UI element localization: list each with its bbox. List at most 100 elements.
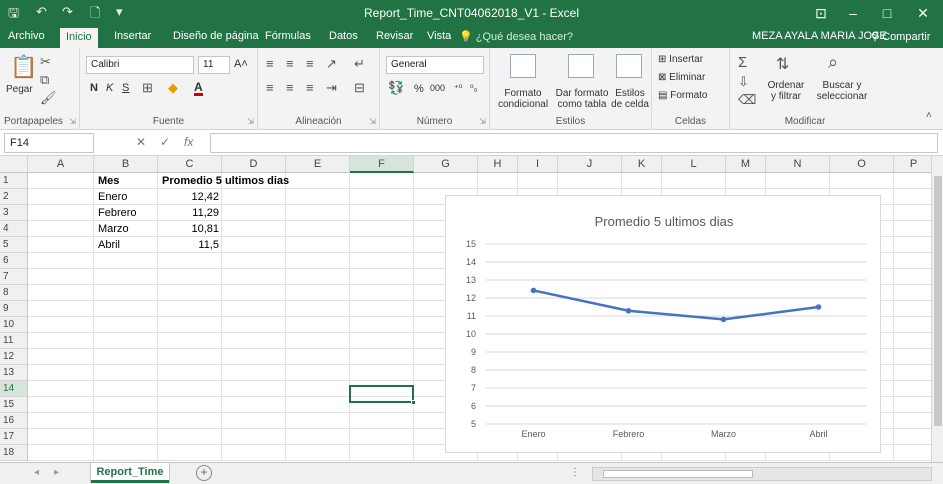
line-chart[interactable]: Promedio 5 ultimos dias 5 6 7 8 9 10 11 12 13 14 1…: [445, 195, 881, 453]
conditional-format-icon[interactable]: [510, 54, 536, 78]
close-button[interactable]: ✕: [908, 3, 938, 23]
row-header-7[interactable]: 7: [0, 269, 28, 285]
cell-b4[interactable]: Marzo: [95, 221, 132, 237]
align-center-icon[interactable]: ≡: [286, 80, 294, 95]
fill-color-icon[interactable]: ◆: [168, 80, 178, 96]
format-painter-icon[interactable]: 🖌: [40, 90, 57, 106]
row-header-2[interactable]: 2: [0, 189, 28, 205]
insert-cells-button[interactable]: ⊞ Insertar: [658, 54, 703, 65]
column-header-p[interactable]: P: [894, 156, 934, 173]
cell-b5[interactable]: Abril: [95, 237, 123, 253]
row-header-8[interactable]: 8: [0, 285, 28, 301]
formula-input[interactable]: [210, 133, 938, 153]
wrap-text-icon[interactable]: ↵: [354, 56, 365, 72]
align-left-icon[interactable]: ≡: [266, 80, 274, 95]
column-header-f[interactable]: F: [350, 156, 414, 173]
borders-icon[interactable]: ⊞: [142, 80, 153, 96]
conditional-format-button[interactable]: Formato condicional: [498, 88, 548, 110]
find-select-icon[interactable]: ⌕: [828, 52, 838, 73]
column-header-b[interactable]: B: [94, 156, 158, 173]
tab-diseno-de-pagina[interactable]: Diseño de página: [173, 30, 259, 42]
cell-c1[interactable]: Promedio 5 ultimos dias: [159, 173, 292, 189]
select-all-corner[interactable]: [0, 156, 28, 173]
orientation-icon[interactable]: ↗: [326, 56, 337, 72]
row-header-13[interactable]: 13: [0, 365, 28, 381]
cell-c5[interactable]: 11,5: [159, 237, 222, 253]
tab-insertar[interactable]: Insertar: [114, 30, 151, 42]
autosum-icon[interactable]: Σ: [738, 54, 747, 71]
column-header-g[interactable]: G: [414, 156, 478, 173]
underline-button[interactable]: S: [122, 82, 129, 94]
add-sheet-button[interactable]: +: [196, 465, 212, 481]
number-format-select[interactable]: General: [386, 56, 484, 74]
cell-b3[interactable]: Febrero: [95, 205, 140, 221]
share-button[interactable]: ⚲ Compartir: [871, 30, 930, 43]
decrease-decimal-icon[interactable]: ⁰₀: [470, 83, 477, 94]
selected-cell-f14[interactable]: [349, 385, 414, 403]
row-header-10[interactable]: 10: [0, 317, 28, 333]
paste-icon[interactable]: 📋: [10, 54, 37, 80]
bold-button[interactable]: N: [90, 82, 98, 94]
column-header-n[interactable]: N: [766, 156, 830, 173]
italic-button[interactable]: K: [106, 82, 113, 94]
currency-icon[interactable]: 💱: [388, 80, 404, 96]
grow-font-icon[interactable]: A˄: [234, 58, 248, 70]
sheet-next-icon[interactable]: ▸: [54, 467, 59, 478]
align-right-icon[interactable]: ≡: [306, 80, 314, 95]
cell-styles-icon[interactable]: [616, 54, 642, 78]
column-header-l[interactable]: L: [662, 156, 726, 173]
cell-b2[interactable]: Enero: [95, 189, 130, 205]
ribbon-display-options-icon[interactable]: ⊡: [806, 3, 836, 23]
copy-icon[interactable]: ⧉: [40, 72, 49, 88]
align-top-icon[interactable]: ≡: [266, 56, 274, 71]
row-header-3[interactable]: 3: [0, 205, 28, 221]
number-launcher-icon[interactable]: ⇲: [479, 117, 486, 126]
row-header-9[interactable]: 9: [0, 301, 28, 317]
column-header-m[interactable]: M: [726, 156, 766, 173]
horizontal-scrollbar[interactable]: [592, 467, 932, 481]
cell-c4[interactable]: 10,81: [159, 221, 222, 237]
row-header-5[interactable]: 5: [0, 237, 28, 253]
cut-icon[interactable]: ✂: [40, 54, 51, 70]
row-header-6[interactable]: 6: [0, 253, 28, 269]
vertical-scrollbar[interactable]: [931, 156, 943, 462]
column-header-h[interactable]: H: [478, 156, 518, 173]
row-header-4[interactable]: 4: [0, 221, 28, 237]
clipboard-launcher-icon[interactable]: ⇲: [69, 117, 76, 126]
font-color-icon[interactable]: A: [194, 81, 203, 96]
align-middle-icon[interactable]: ≡: [286, 56, 294, 71]
thousands-button[interactable]: 000: [430, 83, 445, 93]
row-header-18[interactable]: 18: [0, 445, 28, 461]
tab-inicio[interactable]: Inicio: [60, 28, 98, 48]
clear-icon[interactable]: ⌫: [738, 92, 756, 108]
column-header-o[interactable]: O: [830, 156, 894, 173]
sheet-prev-icon[interactable]: ◂: [34, 467, 39, 478]
format-as-table-icon[interactable]: [568, 54, 594, 78]
align-bottom-icon[interactable]: ≡: [306, 56, 314, 71]
fill-handle[interactable]: [411, 400, 416, 405]
column-header-j[interactable]: J: [558, 156, 622, 173]
column-header-c[interactable]: C: [158, 156, 222, 173]
row-header-15[interactable]: 15: [0, 397, 28, 413]
fill-icon[interactable]: ⇩: [738, 74, 749, 90]
row-header-17[interactable]: 17: [0, 429, 28, 445]
cell-b1[interactable]: Mes: [95, 173, 122, 189]
enter-icon[interactable]: ✓: [160, 135, 170, 149]
delete-cells-button[interactable]: ⊠ Eliminar: [658, 72, 705, 83]
cell-c3[interactable]: 11,29: [159, 205, 222, 221]
font-name-select[interactable]: Calibri: [86, 56, 194, 74]
cell-c2[interactable]: 12,42: [159, 189, 222, 205]
tab-archivo[interactable]: Archivo: [8, 30, 45, 42]
sheet-tab-report-time[interactable]: Report_Time: [91, 463, 169, 483]
vertical-scroll-thumb[interactable]: [934, 176, 942, 426]
column-header-a[interactable]: A: [28, 156, 94, 173]
column-header-i[interactable]: I: [518, 156, 558, 173]
sort-filter-button[interactable]: Ordenar y filtrar: [764, 80, 808, 102]
row-header-16[interactable]: 16: [0, 413, 28, 429]
paste-button[interactable]: Pegar: [6, 84, 33, 95]
column-header-k[interactable]: K: [622, 156, 662, 173]
user-name[interactable]: MEZA AYALA MARIA JOSE: [752, 30, 887, 42]
tab-datos[interactable]: Datos: [329, 30, 358, 42]
tab-split-handle-icon[interactable]: ⋮: [570, 467, 580, 478]
row-header-11[interactable]: 11: [0, 333, 28, 349]
